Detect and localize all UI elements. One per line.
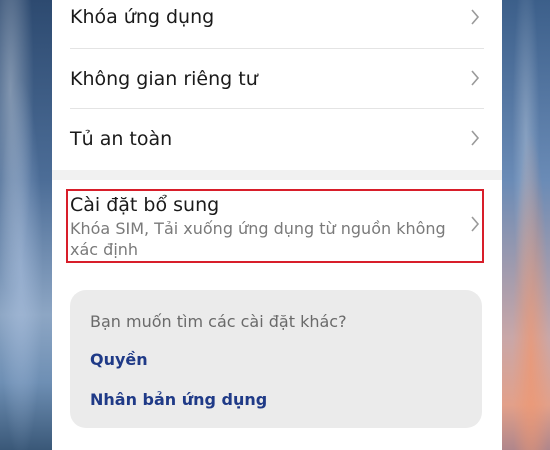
wallpaper-right-edge: [502, 0, 550, 450]
link-permissions[interactable]: Quyền: [90, 350, 148, 369]
settings-item-private-space[interactable]: Không gian riêng tư: [52, 49, 502, 109]
chevron-right-icon: [471, 70, 480, 86]
suggestions-card: Bạn muốn tìm các cài đặt khác? Quyền Nhâ…: [70, 290, 482, 428]
settings-panel: Khóa ứng dụng Không gian riêng tư Tủ an …: [52, 0, 502, 450]
suggestions-title: Bạn muốn tìm các cài đặt khác?: [90, 312, 347, 331]
wallpaper-left-edge: [0, 0, 52, 450]
bottom-edge: [52, 438, 502, 450]
link-app-twin[interactable]: Nhân bản ứng dụng: [90, 390, 267, 409]
settings-item-label: Không gian riêng tư: [70, 68, 258, 90]
chevron-right-icon: [471, 9, 480, 25]
settings-item-label: Khóa ứng dụng: [70, 6, 215, 28]
chevron-right-icon: [471, 130, 480, 146]
settings-item-label: Tủ an toàn: [70, 128, 173, 150]
settings-item-app-lock[interactable]: Khóa ứng dụng: [52, 0, 502, 50]
security-settings-group: Khóa ứng dụng Không gian riêng tư Tủ an …: [52, 0, 502, 170]
settings-item-safe[interactable]: Tủ an toàn: [52, 109, 502, 169]
highlight-box: [66, 189, 484, 263]
